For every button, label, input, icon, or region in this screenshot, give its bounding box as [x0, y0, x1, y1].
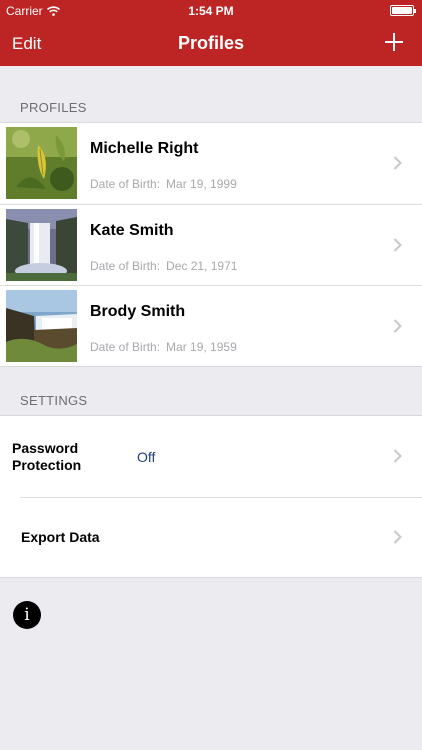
export-data-row[interactable]: Export Data — [0, 497, 422, 578]
export-data-label: Export Data — [21, 529, 100, 545]
profile-dob: Date of Birth: Dec 21, 1971 — [90, 259, 237, 273]
password-protection-label: Password Protection — [12, 440, 81, 474]
status-time: 1:54 PM — [188, 4, 234, 18]
profiles-list: Michelle Right Date of Birth: Mar 19, 199… — [0, 122, 422, 367]
profile-row[interactable]: Kate Smith Date of Birth: Dec 21, 1971 — [0, 204, 422, 285]
chevron-right-icon — [393, 449, 402, 463]
dob-label: Date of Birth: — [90, 259, 161, 273]
profile-name: Brody Smith — [90, 303, 186, 320]
info-icon[interactable]: i — [13, 601, 41, 629]
status-bar: Carrier 1:54 PM — [0, 0, 422, 22]
profiles-section-header: PROFILES — [20, 100, 87, 115]
settings-list: Password Protection Off Export Data — [0, 415, 422, 578]
profile-dob: Date of Birth: Mar 19, 1999 — [90, 177, 237, 191]
profile-name: Michelle Right — [90, 140, 199, 157]
dob-label: Date of Birth: — [90, 340, 161, 354]
chevron-right-icon — [393, 238, 402, 252]
dob-value: Mar 19, 1999 — [166, 177, 237, 191]
chevron-right-icon — [393, 530, 402, 544]
profile-photo — [6, 127, 77, 199]
navigation-bar: Edit Profiles — [0, 22, 422, 66]
profile-photo — [6, 290, 77, 362]
password-protection-value: Off — [137, 449, 156, 465]
password-label-line1: Password — [12, 440, 79, 456]
dob-value: Mar 19, 1959 — [166, 340, 237, 354]
profile-dob: Date of Birth: Mar 19, 1959 — [90, 340, 237, 354]
edit-button[interactable]: Edit — [12, 34, 41, 54]
chevron-right-icon — [393, 156, 402, 170]
profile-row[interactable]: Michelle Right Date of Birth: Mar 19, 199… — [0, 123, 422, 204]
password-label-line2: Protection — [12, 457, 82, 473]
profile-row[interactable]: Brody Smith Date of Birth: Mar 19, 1959 — [0, 285, 422, 366]
chevron-right-icon — [393, 319, 402, 333]
password-protection-row[interactable]: Password Protection Off — [0, 416, 422, 497]
plus-icon[interactable] — [382, 30, 406, 54]
settings-section-header: SETTINGS — [20, 393, 88, 408]
profile-photo — [6, 209, 77, 281]
battery-icon — [390, 5, 416, 16]
dob-label: Date of Birth: — [90, 177, 161, 191]
profile-name: Kate Smith — [90, 222, 174, 239]
dob-value: Dec 21, 1971 — [166, 259, 238, 273]
page-title: Profiles — [177, 33, 245, 53]
